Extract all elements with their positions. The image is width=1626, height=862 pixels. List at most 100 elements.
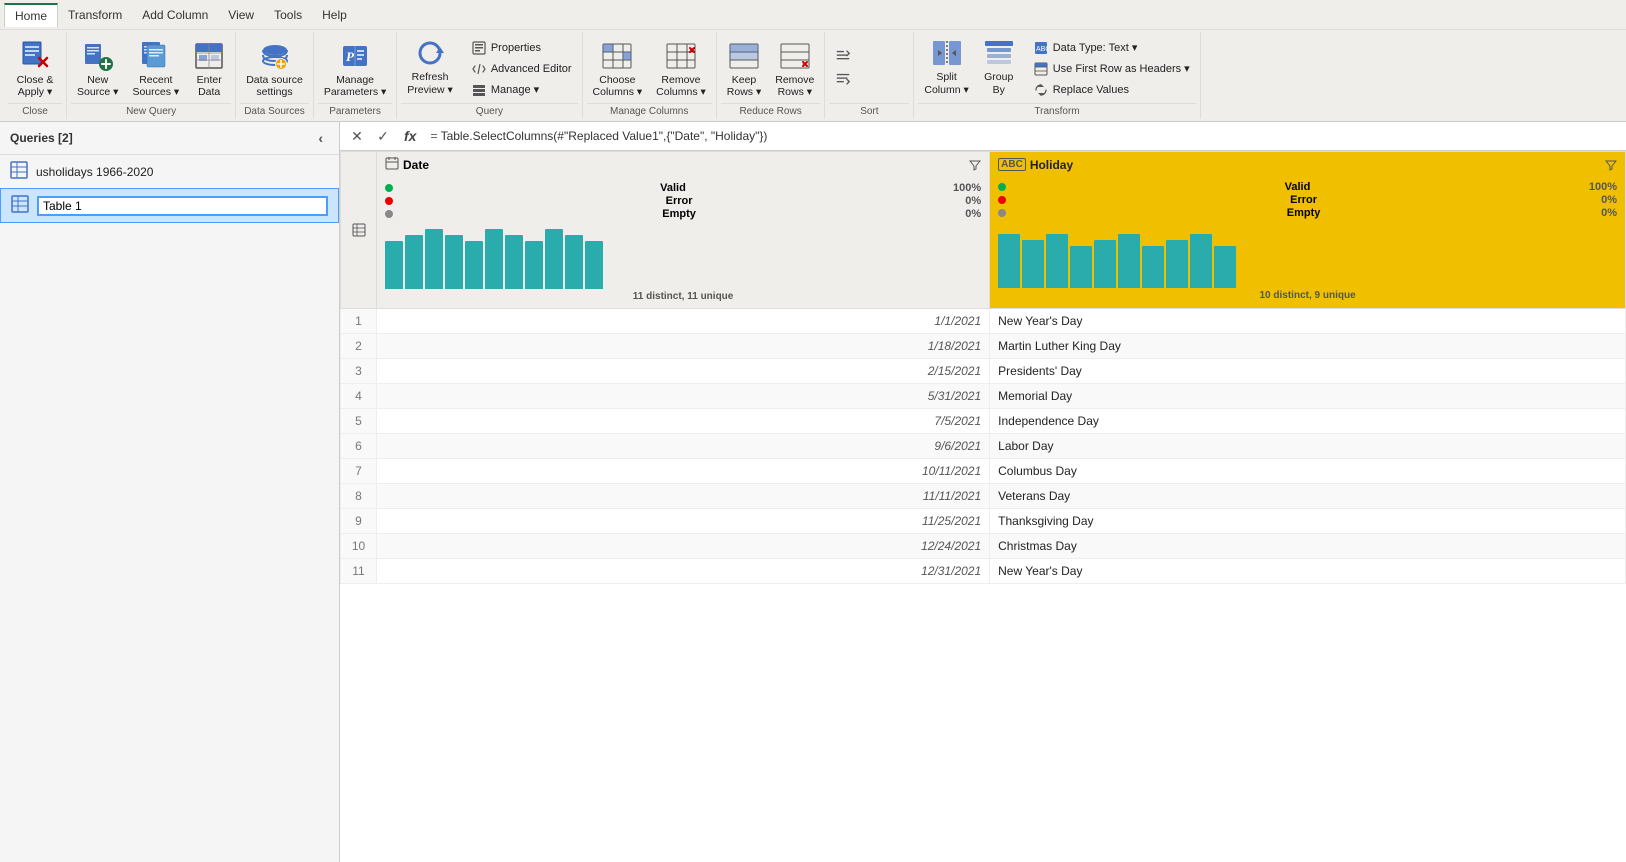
manage-columns-group-label: Manage Columns <box>587 103 712 117</box>
collapse-panel-button[interactable]: ‹ <box>312 128 329 148</box>
holiday-chart-label: 10 distinct, 9 unique <box>998 288 1617 305</box>
tab-help[interactable]: Help <box>312 4 357 26</box>
manage-parameters-button[interactable]: P Manage Parameters ▾ <box>318 37 392 99</box>
row-num-cell: 5 <box>341 409 377 434</box>
row-num-cell: 10 <box>341 534 377 559</box>
datatype-icon: ABC <box>1033 40 1049 56</box>
recent-sources-label: Recent Sources ▾ <box>132 74 179 99</box>
close-group-label: Close <box>8 103 62 117</box>
group-by-button[interactable]: Group By <box>977 34 1021 96</box>
formula-text: Table.SelectColumns(#"Replaced Value1",{… <box>441 129 768 143</box>
manage-parameters-label: Manage Parameters ▾ <box>324 74 386 99</box>
date-chart: 11 distinct, 11 unique <box>377 225 989 308</box>
keep-rows-icon <box>728 40 760 72</box>
date-col-filter-button[interactable] <box>969 159 981 171</box>
tab-home[interactable]: Home <box>4 3 58 27</box>
sort-group-label: Sort <box>829 103 909 117</box>
data-area: ✕ ✓ fx = Table.SelectColumns(#"Replaced … <box>340 122 1626 862</box>
ribbon-group-parameters: P Manage Parameters ▾ Parameters <box>314 32 397 119</box>
parameters-group-label: Parameters <box>318 103 392 117</box>
queries-panel: Queries [2] ‹ usholidays 1966-2020 <box>0 122 340 862</box>
manage-icon <box>471 82 487 98</box>
date-cell: 1/18/2021 <box>377 334 990 359</box>
group-by-icon <box>983 37 1015 69</box>
svg-text:P: P <box>346 49 355 64</box>
data-source-settings-button[interactable]: Data source settings <box>240 37 309 99</box>
tab-transform[interactable]: Transform <box>58 4 132 26</box>
holiday-cell: Martin Luther King Day <box>990 334 1626 359</box>
recent-sources-button[interactable]: Recent Sources ▾ <box>126 37 185 99</box>
table-options-icon[interactable] <box>352 223 366 237</box>
tab-add-column[interactable]: Add Column <box>132 4 218 26</box>
row-num-cell: 7 <box>341 459 377 484</box>
enter-data-label: Enter Data <box>197 74 222 99</box>
ribbon-group-new-query: New Source ▾ <box>67 32 236 119</box>
holiday-error-dot <box>998 196 1006 204</box>
table-row: 8 11/11/2021 Veterans Day <box>341 484 1626 509</box>
choose-columns-button[interactable]: Choose Columns ▾ <box>587 37 649 99</box>
sort-asc-button[interactable] <box>829 47 909 66</box>
table-row: 2 1/18/2021 Martin Luther King Day <box>341 334 1626 359</box>
row-num-header <box>341 152 377 309</box>
keep-rows-button[interactable]: Keep Rows ▾ <box>721 37 767 99</box>
row-num-cell: 9 <box>341 509 377 534</box>
manage-button[interactable]: Manage ▾ <box>465 80 578 99</box>
date-cell: 10/11/2021 <box>377 459 990 484</box>
date-valid-dot <box>385 184 393 192</box>
table-row: 5 7/5/2021 Independence Day <box>341 409 1626 434</box>
formula-cancel-button[interactable]: ✕ <box>346 125 368 147</box>
sort-desc-button[interactable] <box>829 70 909 89</box>
split-column-icon <box>931 37 963 69</box>
remove-rows-button[interactable]: Remove Rows ▾ <box>769 37 820 99</box>
formula-confirm-button[interactable]: ✓ <box>372 125 394 147</box>
split-column-button[interactable]: Split Column ▾ <box>918 34 974 96</box>
row-num-cell: 8 <box>341 484 377 509</box>
formula-bar-icons: ✕ ✓ <box>346 125 394 147</box>
holiday-cell: Labor Day <box>990 434 1626 459</box>
tab-tools[interactable]: Tools <box>264 4 312 26</box>
holiday-cell: Memorial Day <box>990 384 1626 409</box>
holiday-empty-dot <box>998 209 1006 217</box>
reduce-rows-group-label: Reduce Rows <box>721 103 821 117</box>
holiday-col-filter-button[interactable] <box>1605 159 1617 171</box>
remove-rows-label: Remove Rows ▾ <box>775 74 814 99</box>
ribbon: Home Transform Add Column View Tools Hel… <box>0 0 1626 122</box>
query-item-table1[interactable] <box>0 188 339 223</box>
date-error-row: Error 0% <box>385 195 981 207</box>
data-type-button[interactable]: ABC Data Type: Text ▾ <box>1027 38 1196 57</box>
recent-sources-icon <box>140 40 172 72</box>
table-container[interactable]: Date <box>340 151 1626 862</box>
advanced-editor-button[interactable]: Advanced Editor <box>465 59 578 78</box>
replace-values-button[interactable]: Replace Values <box>1027 80 1196 99</box>
row-num-cell: 11 <box>341 559 377 584</box>
close-apply-label: Close & Apply ▾ <box>17 74 54 99</box>
close-apply-button[interactable]: Close & Apply ▾ <box>8 37 62 99</box>
fx-label: fx <box>400 128 420 144</box>
date-cell: 7/5/2021 <box>377 409 990 434</box>
properties-icon <box>471 40 487 56</box>
formula-input[interactable]: = Table.SelectColumns(#"Replaced Value1"… <box>426 127 1620 145</box>
properties-button[interactable]: Properties <box>465 38 578 57</box>
queries-title: Queries [2] <box>10 131 73 145</box>
new-source-button[interactable]: New Source ▾ <box>71 37 124 99</box>
ribbon-group-transform: Split Column ▾ Group By <box>914 32 1200 119</box>
queries-header: Queries [2] ‹ <box>0 122 339 155</box>
query-item-usholidays[interactable]: usholidays 1966-2020 <box>0 155 339 188</box>
tab-view[interactable]: View <box>218 4 264 26</box>
refresh-preview-button[interactable]: Refresh Preview ▾ <box>401 34 459 96</box>
enter-data-button[interactable]: Enter Data <box>187 37 231 99</box>
date-col-label: Date <box>403 158 429 172</box>
enter-data-icon <box>193 40 225 72</box>
replace-values-label: Replace Values <box>1053 84 1129 96</box>
table-row: 11 12/31/2021 New Year's Day <box>341 559 1626 584</box>
holiday-cell: Christmas Day <box>990 534 1626 559</box>
new-source-label: New Source ▾ <box>77 74 118 99</box>
date-empty-row: Empty 0% <box>385 208 981 220</box>
use-first-row-button[interactable]: Use First Row as Headers ▾ <box>1027 59 1196 78</box>
remove-columns-button[interactable]: Remove Columns ▾ <box>650 37 712 99</box>
query-item-table1-rename-input[interactable] <box>37 196 328 216</box>
choose-columns-label: Choose Columns ▾ <box>593 74 643 99</box>
ribbon-group-close: Close & Apply ▾ Close <box>4 32 67 119</box>
holiday-cell: Veterans Day <box>990 484 1626 509</box>
holiday-col-label: Holiday <box>1030 158 1073 172</box>
